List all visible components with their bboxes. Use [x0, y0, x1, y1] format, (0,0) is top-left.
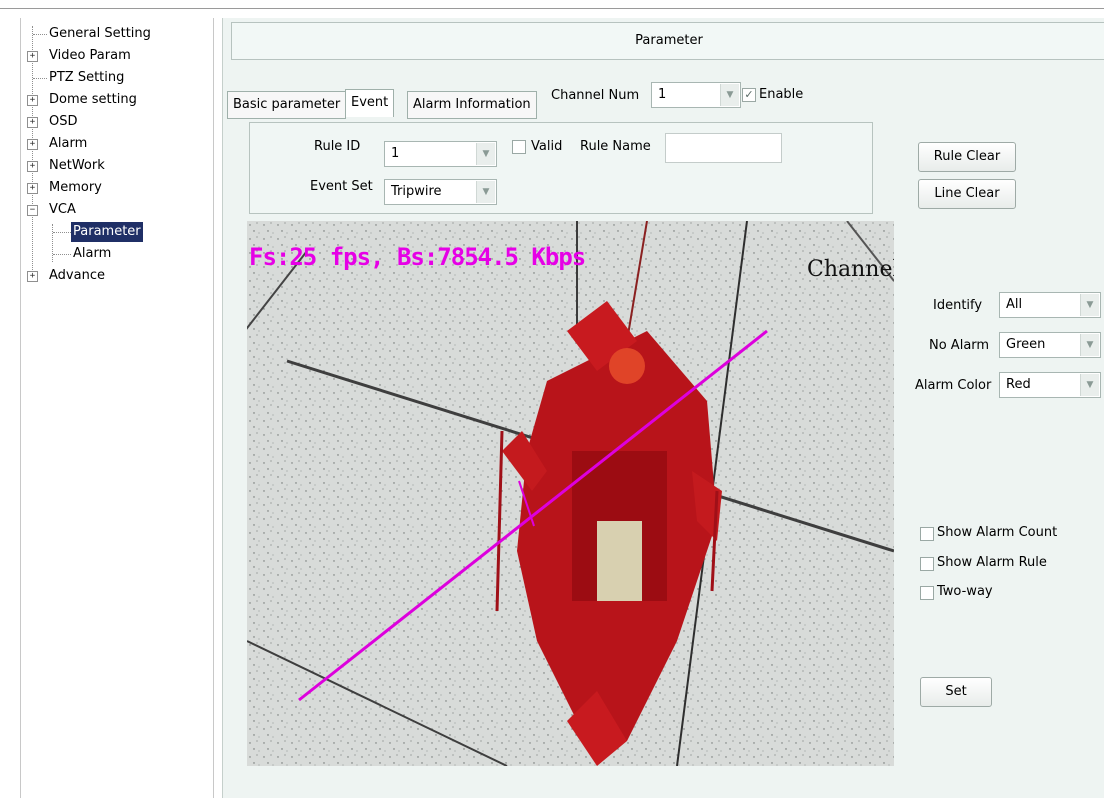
two-way-checkbox[interactable]	[920, 586, 934, 600]
tree-label: PTZ Setting	[49, 70, 125, 85]
rule-clear-button[interactable]: Rule Clear	[918, 142, 1016, 172]
alarm-color-label: Alarm Color	[915, 378, 992, 393]
collapse-icon[interactable]: −	[27, 205, 38, 216]
rule-id-label: Rule ID	[314, 139, 361, 154]
two-way-label: Two-way	[937, 584, 993, 599]
expand-icon[interactable]: +	[27, 183, 38, 194]
top-divider	[0, 8, 1104, 9]
tree-label: Advance	[49, 268, 105, 283]
tree-label: NetWork	[49, 158, 105, 173]
video-frame	[247, 221, 894, 766]
channel-num-label: Channel Num	[551, 88, 640, 103]
tree-connector	[52, 224, 53, 262]
rule-name-input[interactable]	[665, 133, 782, 163]
chevron-down-icon: ▼	[720, 84, 739, 106]
show-alarm-rule-checkbox[interactable]	[920, 557, 934, 571]
chevron-down-icon: ▼	[1080, 334, 1099, 356]
tree-label: Alarm	[73, 246, 112, 261]
channel-num-select[interactable]: 1 ▼	[651, 82, 741, 108]
expand-icon[interactable]: +	[27, 139, 38, 150]
event-set-label: Event Set	[310, 179, 373, 194]
chevron-down-icon: ▼	[1080, 374, 1099, 396]
rule-group: Rule ID 1 ▼ Valid Rule Name Event Set Tr…	[249, 122, 873, 214]
tree-label: Video Param	[49, 48, 131, 63]
tab-basic-parameter[interactable]: Basic parameter	[227, 91, 347, 119]
chevron-down-icon: ▼	[476, 143, 495, 165]
alarm-color-select[interactable]: Red ▼	[999, 372, 1101, 398]
tab-alarm-information[interactable]: Alarm Information	[407, 91, 537, 119]
channel-num-value: 1	[658, 87, 667, 102]
alarm-color-value: Red	[1006, 377, 1031, 392]
expand-icon[interactable]: +	[27, 51, 38, 62]
tree-connector	[32, 26, 33, 278]
tab-event[interactable]: Event	[345, 89, 395, 117]
tree-label: Memory	[49, 180, 102, 195]
identify-label: Identify	[933, 298, 983, 313]
event-set-select[interactable]: Tripwire ▼	[384, 179, 497, 205]
show-alarm-rule-label: Show Alarm Rule	[937, 555, 1047, 570]
video-preview[interactable]: Fs:25 fps, Bs:7854.5 Kbps Channel	[247, 221, 894, 766]
settings-tree: General Setting + Video Param PTZ Settin…	[20, 18, 214, 798]
valid-label: Valid	[531, 139, 563, 154]
rule-name-label: Rule Name	[580, 139, 651, 154]
tree-label: Dome setting	[49, 92, 137, 107]
tree-label: OSD	[49, 114, 78, 129]
expand-icon[interactable]: +	[27, 95, 38, 106]
tree-label-selected: Parameter	[71, 222, 143, 242]
rule-id-select[interactable]: 1 ▼	[384, 141, 497, 167]
no-alarm-label: No Alarm	[929, 338, 990, 353]
valid-checkbox[interactable]	[512, 140, 526, 154]
identify-value: All	[1006, 297, 1023, 312]
enable-label: Enable	[759, 87, 804, 102]
enable-checkbox[interactable]: ✓	[742, 88, 756, 102]
expand-icon[interactable]: +	[27, 117, 38, 128]
osd-bitrate: Fs:25 fps, Bs:7854.5 Kbps	[249, 243, 586, 271]
identify-select[interactable]: All ▼	[999, 292, 1101, 318]
osd-channel: Channel	[807, 257, 894, 282]
no-alarm-select[interactable]: Green ▼	[999, 332, 1101, 358]
set-button[interactable]: Set	[920, 677, 992, 707]
no-alarm-value: Green	[1006, 337, 1046, 352]
rule-id-value: 1	[391, 146, 400, 161]
chevron-down-icon: ▼	[476, 181, 495, 203]
expand-icon[interactable]: +	[27, 161, 38, 172]
show-alarm-count-checkbox[interactable]	[920, 527, 934, 541]
event-set-value: Tripwire	[391, 184, 442, 199]
tree-label: General Setting	[49, 26, 151, 41]
chevron-down-icon: ▼	[1080, 294, 1099, 316]
tree-label: VCA	[49, 202, 76, 217]
expand-icon[interactable]: +	[27, 271, 38, 282]
line-clear-button[interactable]: Line Clear	[918, 179, 1016, 209]
show-alarm-count-label: Show Alarm Count	[937, 525, 1058, 540]
tree-label: Alarm	[49, 136, 88, 151]
main-panel: Parameter Basic parameter Event Alarm In…	[222, 18, 1104, 798]
page-title: Parameter	[231, 22, 1104, 60]
